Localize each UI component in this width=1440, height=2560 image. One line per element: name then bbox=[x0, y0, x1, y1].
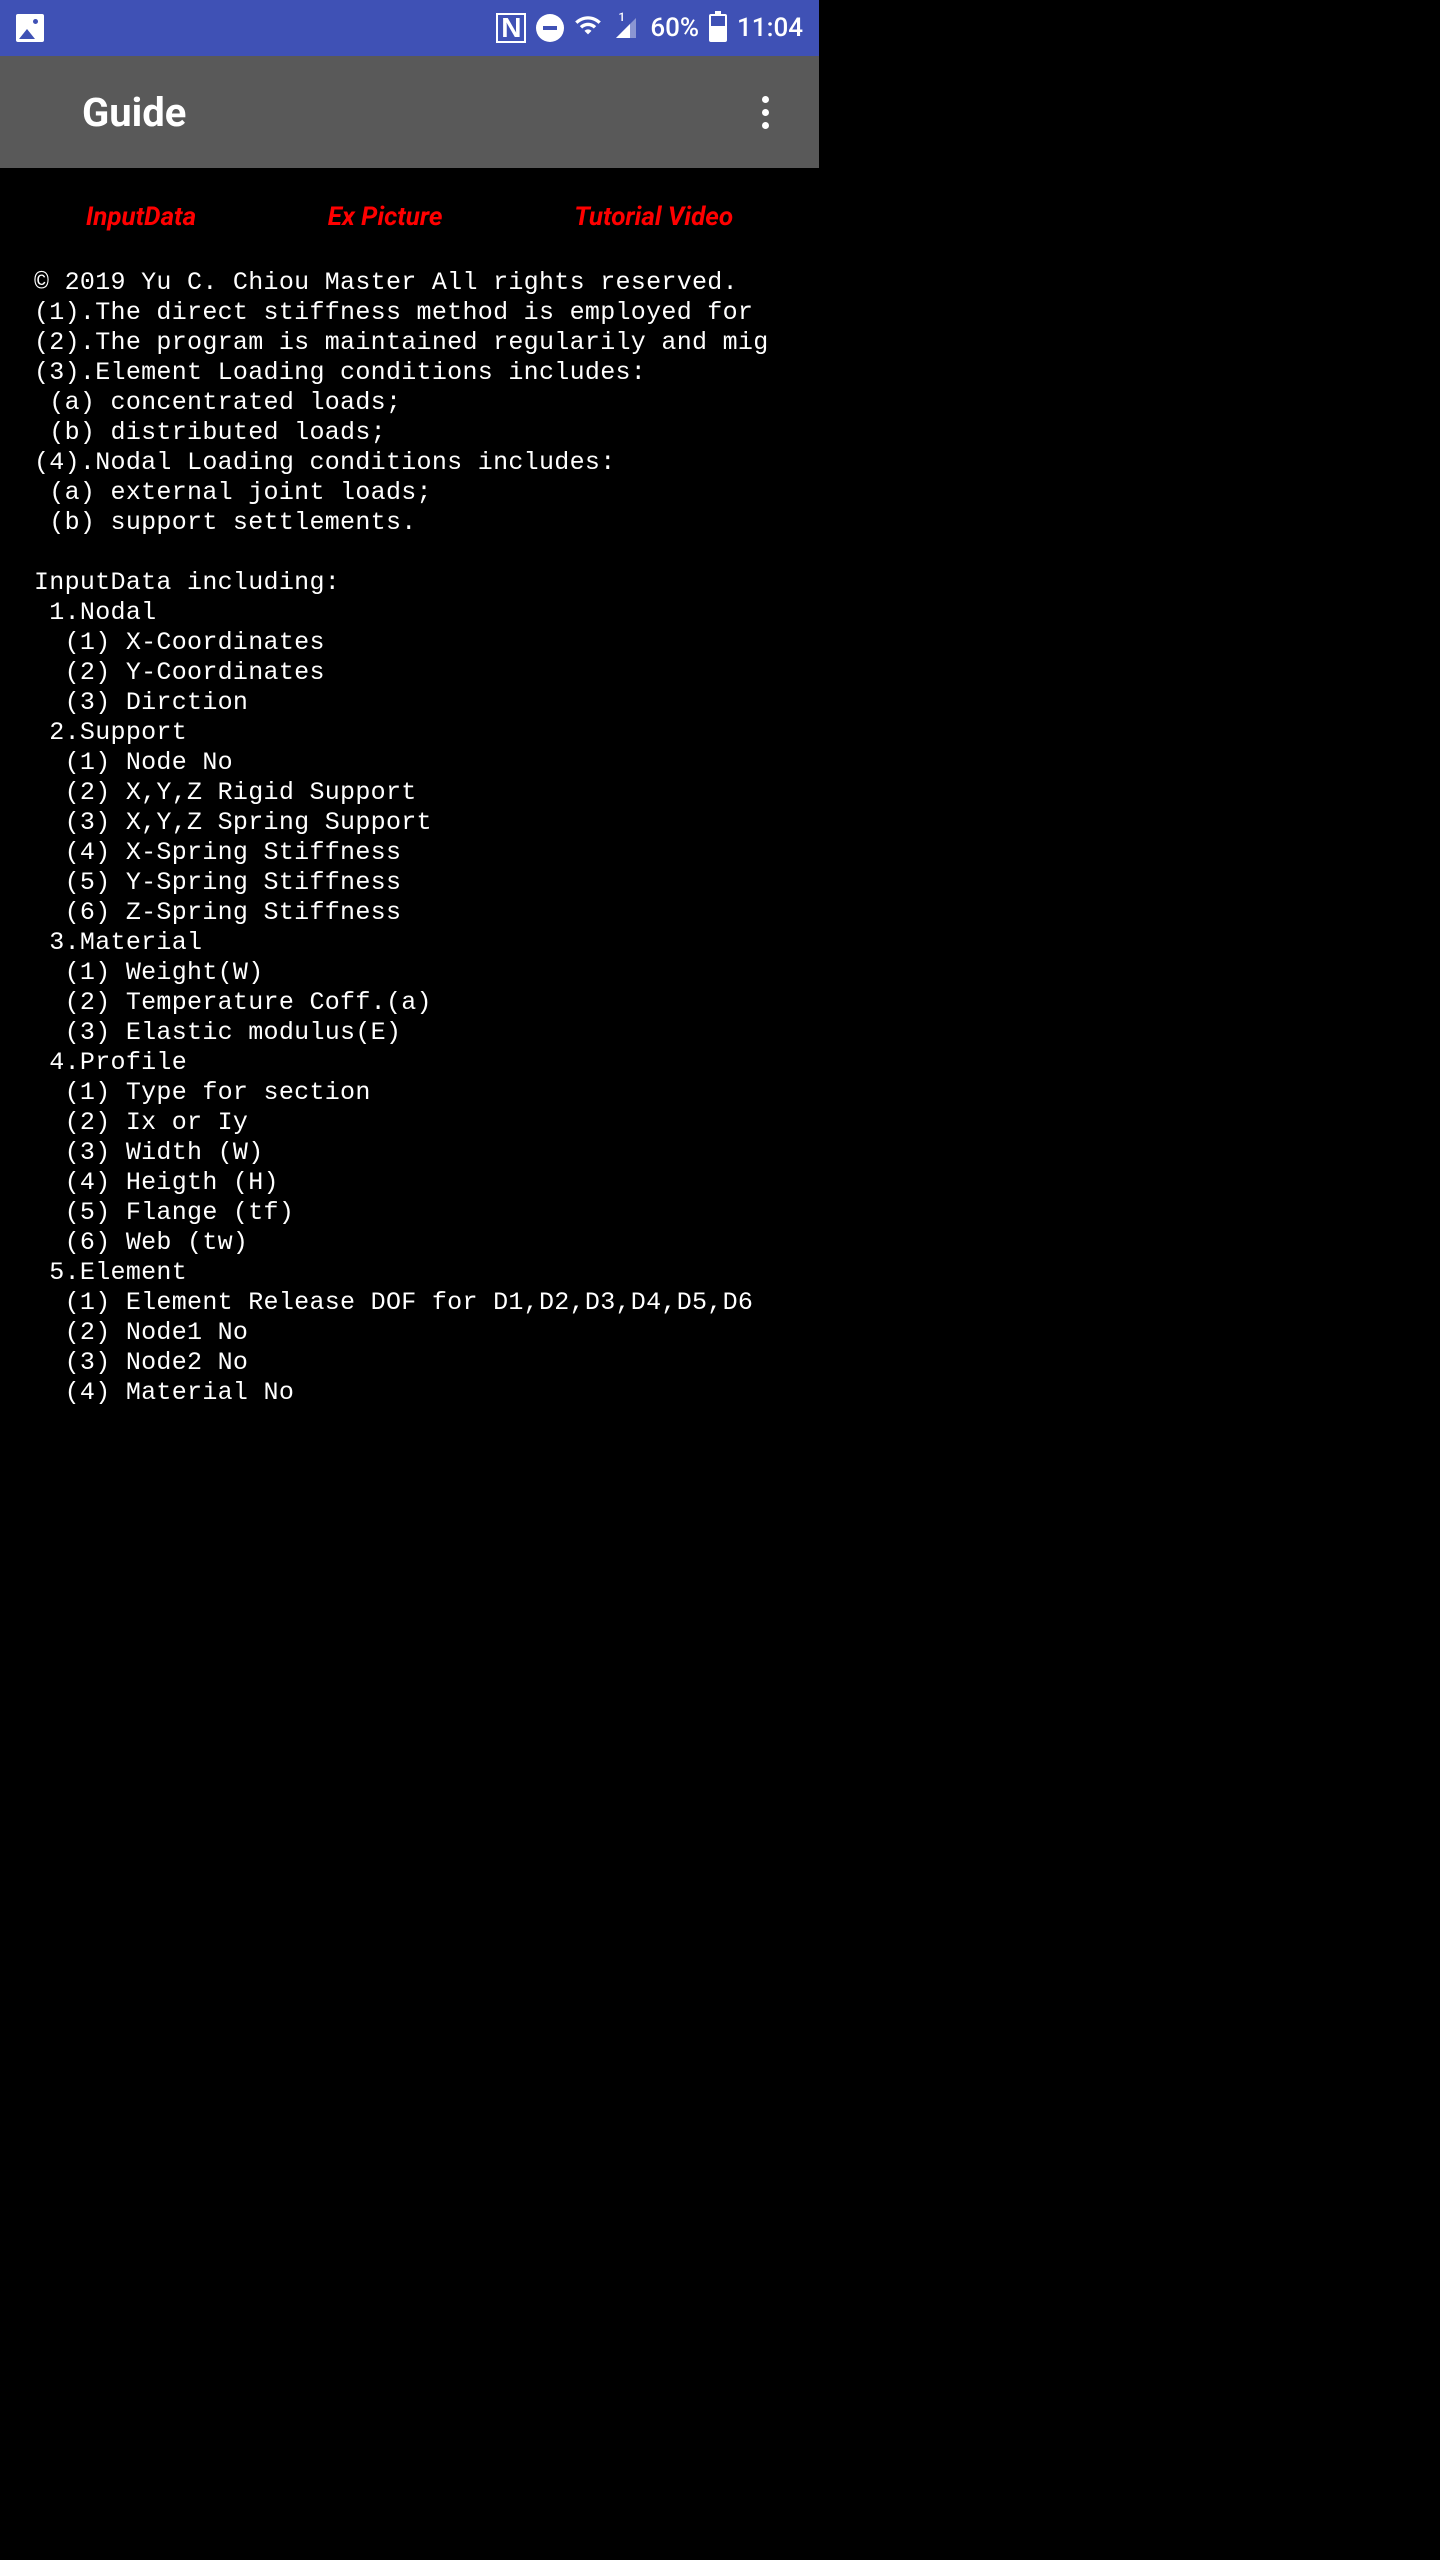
cellular-signal-icon: 1 bbox=[612, 16, 640, 40]
content-area: © 2019 Yu C. Chiou Master All rights res… bbox=[0, 266, 819, 1408]
overflow-menu-button[interactable] bbox=[752, 86, 779, 139]
dot-icon bbox=[762, 122, 769, 129]
tab-ex-picture[interactable]: Ex Picture bbox=[328, 202, 443, 232]
battery-icon bbox=[709, 14, 727, 42]
image-notification-icon bbox=[16, 14, 44, 42]
tab-inputdata[interactable]: InputData bbox=[86, 202, 196, 232]
guide-text: © 2019 Yu C. Chiou Master All rights res… bbox=[34, 268, 785, 1408]
nfc-icon: N bbox=[496, 13, 526, 43]
clock-time: 11:04 bbox=[737, 13, 803, 43]
page-title: Guide bbox=[82, 89, 186, 136]
battery-percent: 60% bbox=[650, 13, 699, 43]
wifi-icon bbox=[574, 11, 602, 46]
status-right: N 1 60% 11:04 bbox=[496, 11, 803, 46]
dot-icon bbox=[762, 109, 769, 116]
tab-tutorial-video[interactable]: Tutorial Video bbox=[574, 202, 733, 232]
do-not-disturb-icon bbox=[536, 14, 564, 42]
tab-row: InputData Ex Picture Tutorial Video bbox=[0, 168, 819, 266]
status-bar: N 1 60% 11:04 bbox=[0, 0, 819, 56]
status-left bbox=[16, 14, 44, 42]
dot-icon bbox=[762, 96, 769, 103]
signal-superscript: 1 bbox=[618, 10, 625, 24]
app-bar: Guide bbox=[0, 56, 819, 168]
